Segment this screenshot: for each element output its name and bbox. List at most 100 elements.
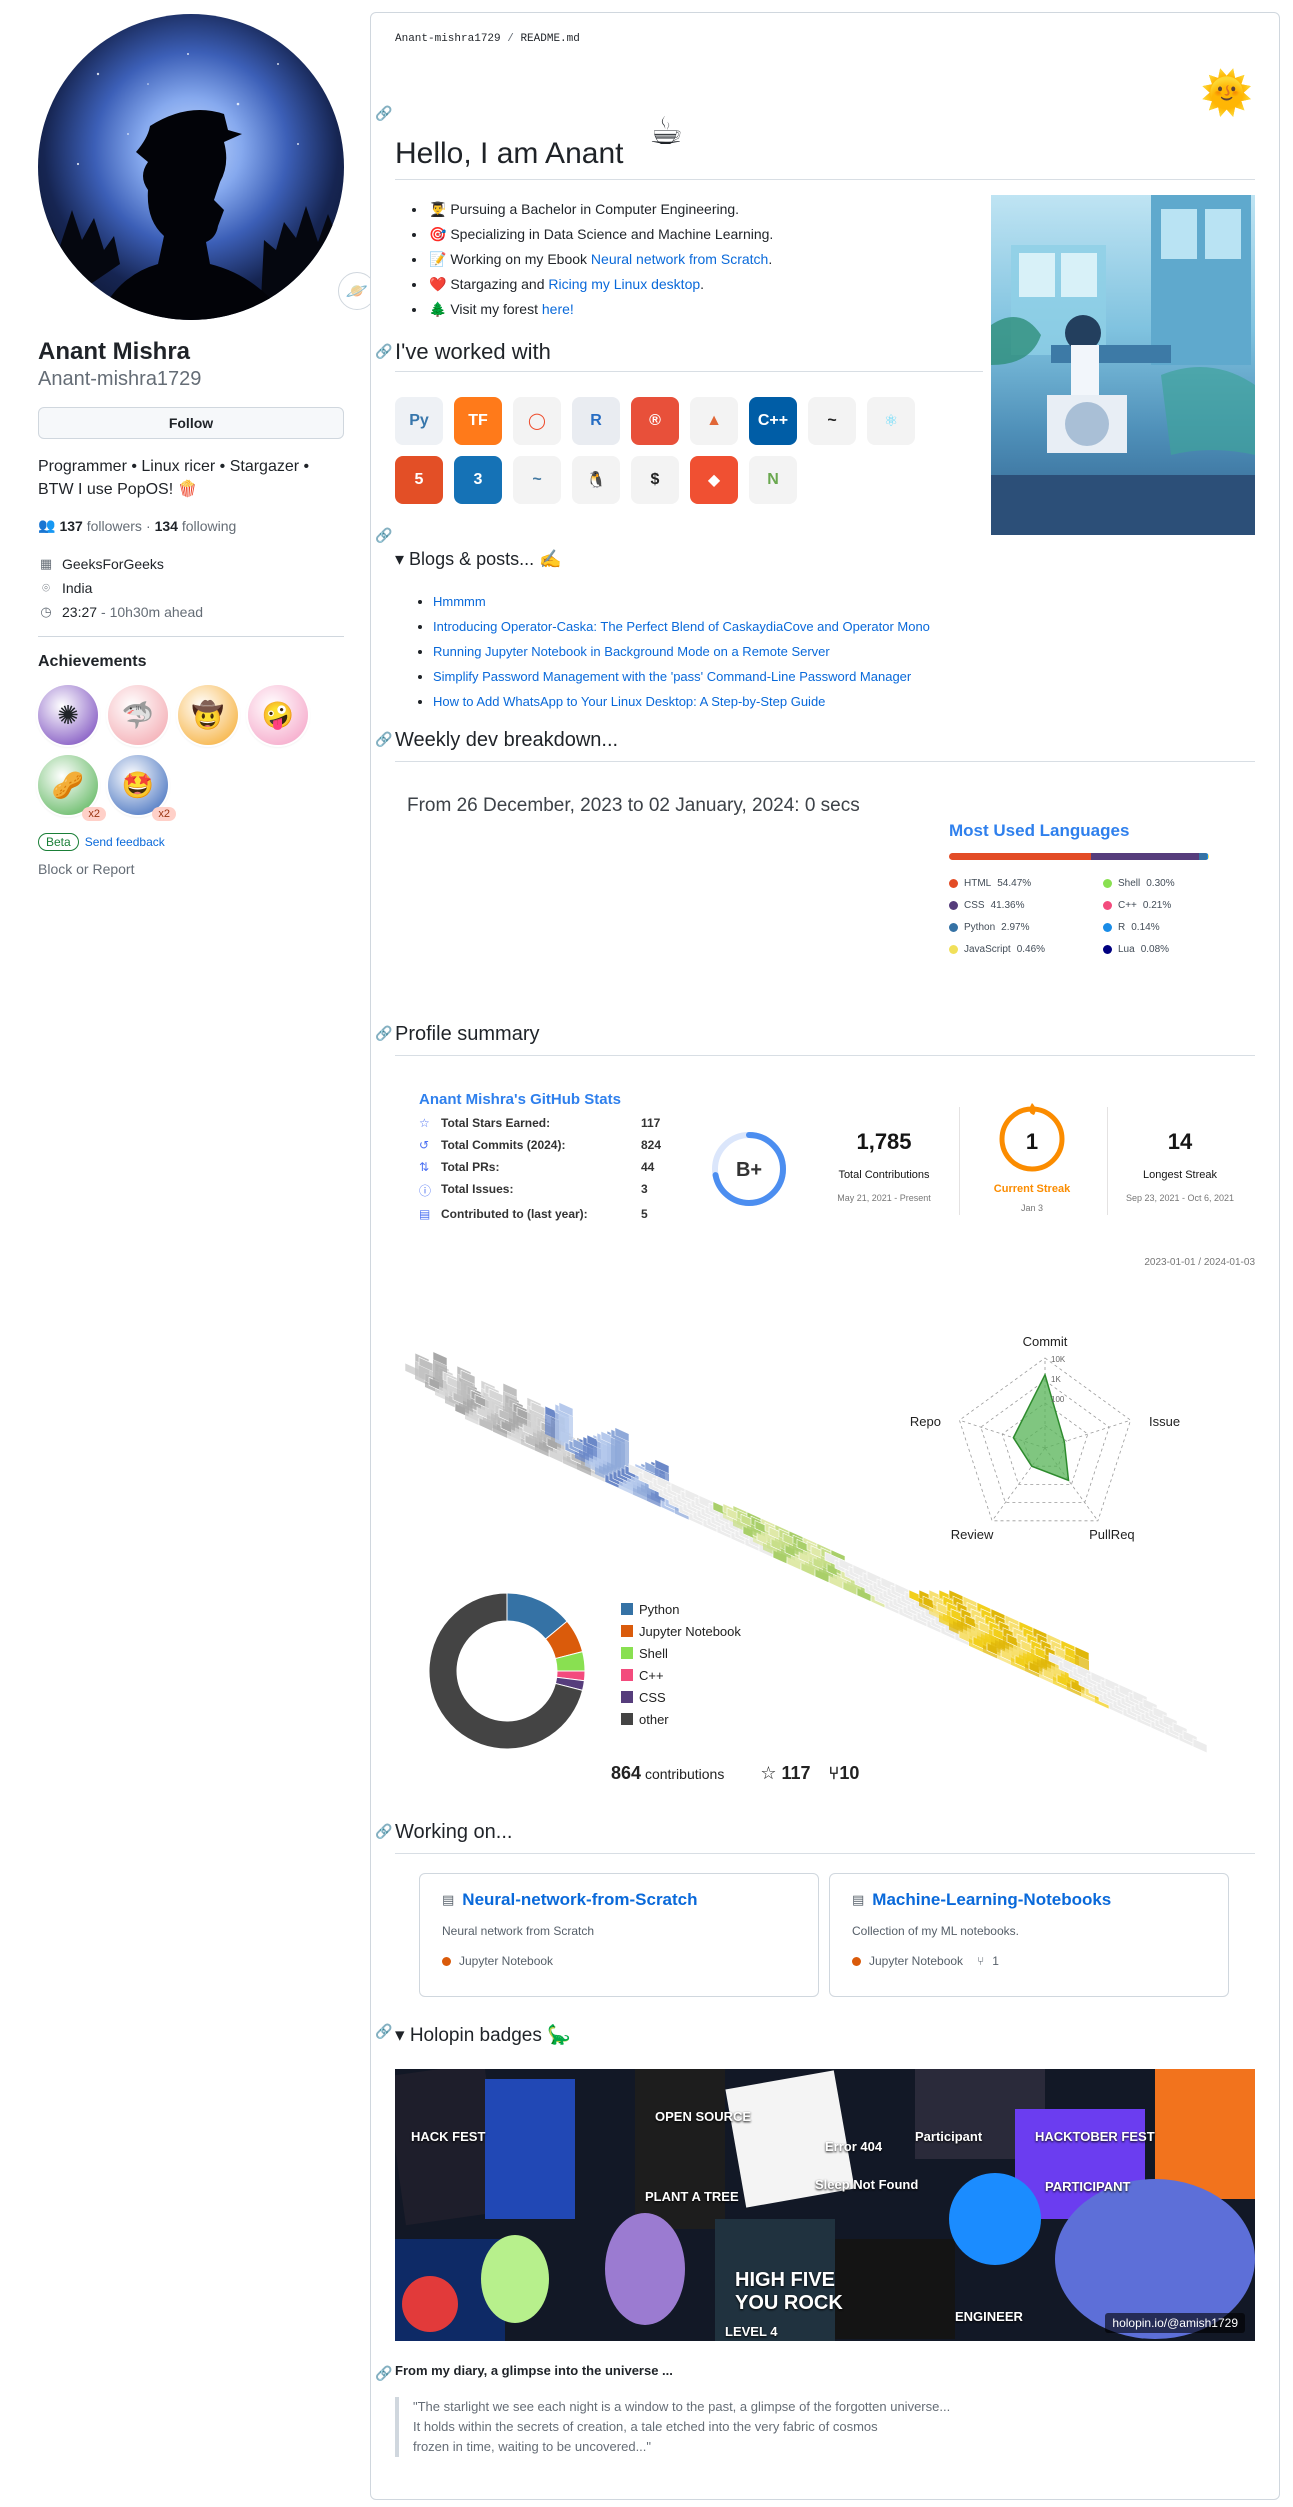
intro-text: Specializing in Data Science and Machine… [450, 226, 774, 242]
galaxy-brain-icon[interactable]: ✺ [38, 685, 98, 745]
anime-illustration [991, 195, 1255, 535]
follow-button[interactable]: Follow [38, 407, 344, 439]
achievement-glyph: 🥜 [51, 769, 85, 800]
language-dot [442, 1956, 451, 1966]
lang-dot [1103, 923, 1112, 932]
skill-glyph: C++ [757, 412, 789, 429]
blog-item: Hmmmm [433, 589, 930, 614]
quickdraw-icon[interactable]: 🤠 [178, 685, 238, 745]
lang-bar-segment [1199, 853, 1208, 860]
stat-row: ☆ Total Stars Earned: 117 [419, 1116, 819, 1130]
skill-glyph: ~ [532, 471, 542, 488]
lang-pct: 0.08% [1140, 944, 1170, 955]
dot-separator: · [145, 517, 151, 534]
donut-legend-swatch [621, 1713, 633, 1725]
holopin-board[interactable]: HACK FEST OPEN SOURCE Error 404 Sleep Not F… [395, 2069, 1255, 2341]
location-icon: ⌾ [42, 580, 50, 595]
sticker-caption: Error 404 [825, 2139, 883, 2154]
holopin-heading[interactable]: ▾ Holopin badges 🦕 [395, 2023, 571, 2047]
lang-pct: 41.36% [990, 900, 1025, 911]
avatar[interactable] [38, 14, 344, 320]
blogs-heading[interactable]: ▾ Blogs & posts... ✍️ [395, 549, 562, 570]
stats-title: Anant Mishra's GitHub Stats [419, 1091, 621, 1108]
clock-icon: ◷ [40, 604, 52, 619]
send-feedback-link[interactable]: Send feedback [85, 835, 165, 849]
achievement-glyph: 🤠 [191, 699, 225, 730]
yolo-icon[interactable]: 🤪 [248, 685, 308, 745]
blog-link[interactable]: How to Add WhatsApp to Your Linux Deskto… [433, 694, 825, 709]
starstruck-icon[interactable]: 🤩 x2 [108, 755, 176, 821]
block-report-link[interactable]: Block or Report [38, 861, 344, 877]
skill-glyph: ⚛ [883, 413, 899, 430]
link-anchor-icon[interactable]: 🔗 [375, 343, 392, 360]
followers-link[interactable]: 137 followers [59, 518, 142, 534]
donut-legend-label: CSS [639, 1690, 666, 1705]
diary-heading: From my diary, a glimpse into the univer… [395, 2363, 673, 2378]
link-anchor-icon[interactable]: 🔗 [375, 1823, 392, 1840]
holopin-heading-label: Holopin badges [409, 2025, 542, 2046]
link-anchor-icon[interactable]: 🔗 [375, 105, 392, 122]
contribution-cell [1192, 1738, 1208, 1754]
lang-name: JavaScript [964, 944, 1011, 955]
link-anchor-icon[interactable]: 🔗 [375, 2023, 392, 2040]
donut-legend-swatch [621, 1603, 633, 1615]
forks-wrap: ⑂10 [829, 1763, 860, 1784]
sticker-caption: PLANT A TREE [645, 2189, 739, 2204]
blog-link[interactable]: Running Jupyter Notebook in Background M… [433, 644, 830, 659]
blog-list: Hmmmm Introducing Operator-Caska: The Per… [423, 589, 930, 714]
radar-label: Review [951, 1527, 994, 1542]
donut-legend-swatch [621, 1691, 633, 1703]
blog-link[interactable]: Simplify Password Management with the 'p… [433, 669, 911, 684]
achievement-glyph: 🤪 [261, 699, 295, 730]
repo-title[interactable]: ▤ Machine-Learning-Notebooks [852, 1890, 1206, 1910]
link-anchor-icon[interactable]: 🔗 [375, 2365, 392, 2382]
readme-user-link[interactable]: Anant-mishra1729 [395, 33, 501, 45]
lang-name: Lua [1118, 944, 1135, 955]
diary-quote: "The starlight we see each night is a wi… [395, 2397, 950, 2457]
cpp-icon: C++ [749, 397, 797, 445]
intro-link[interactable]: here! [542, 301, 574, 317]
tensorflow-icon: TF [454, 397, 502, 445]
stars-count: 117 [781, 1763, 811, 1783]
link-anchor-icon[interactable]: 🔗 [375, 1025, 392, 1042]
link-anchor-icon[interactable]: 🔗 [375, 527, 392, 544]
weekly-heading: Weekly dev breakdown... [395, 729, 619, 751]
following-label: following [181, 517, 237, 534]
grade-text: B+ [736, 1159, 762, 1181]
issue-icon: ⓘ [419, 1184, 432, 1198]
intro-link[interactable]: Neural network from Scratch [591, 251, 768, 267]
intro-item: 📝 Working on my Ebook Neural network fro… [427, 247, 773, 272]
radar-values [1012, 1372, 1070, 1482]
link-anchor-icon[interactable]: 🔗 [375, 731, 392, 748]
current-streak-range: Jan 3 [1020, 1203, 1044, 1213]
holopin-credit[interactable]: holopin.io/@amish1729 [1105, 2313, 1245, 2333]
repo-card[interactable]: ▤ Machine-Learning-Notebooks Collection o… [829, 1873, 1229, 1997]
time-offset: - 10h30m ahead [101, 604, 204, 620]
following-link[interactable]: 134 following [155, 518, 237, 534]
sticker-caption: ENGINEER [955, 2309, 1023, 2324]
intro-tail: . [768, 251, 773, 267]
stat-label: Contributed to (last year): [441, 1207, 588, 1221]
pair-extraordinaire-icon[interactable]: 🥜 x2 [38, 755, 106, 821]
repo-title[interactable]: ▤ Neural-network-from-Scratch [442, 1890, 796, 1910]
skill-glyph: $ [650, 471, 660, 488]
repo-icon: ▤ [442, 1892, 455, 1907]
skill-glyph: ® [649, 412, 661, 429]
repo-meta: Jupyter Notebook [442, 1954, 796, 1968]
repo-name: Neural-network-from-Scratch [462, 1890, 698, 1909]
repo-card[interactable]: ▤ Neural-network-from-Scratch Neural netw… [419, 1873, 819, 1997]
sticker-caption: OPEN SOURCE [655, 2109, 752, 2124]
intro-link[interactable]: Ricing my Linux desktop [548, 276, 700, 292]
lang-name: R [1118, 922, 1126, 933]
blog-link[interactable]: Hmmmm [433, 594, 486, 609]
skill-glyph: ◆ [707, 472, 721, 489]
lang-pct: 0.21% [1142, 900, 1172, 911]
lang-legend-item: C++ 0.21% [1103, 900, 1213, 911]
blog-link[interactable]: Introducing Operator-Caska: The Perfect … [433, 619, 930, 634]
profile-sidebar: 🪐 Anant Mishra Anant-mishra1729 Follow P… [38, 14, 376, 877]
skill-glyph: Py [409, 412, 429, 429]
diary-line: "The starlight we see each night is a wi… [413, 2399, 951, 2414]
repo-icon: ▤ [419, 1207, 431, 1221]
total-contributions-label: Total Contributions [838, 1169, 930, 1181]
pull-shark-icon[interactable]: 🦈 [108, 685, 168, 745]
